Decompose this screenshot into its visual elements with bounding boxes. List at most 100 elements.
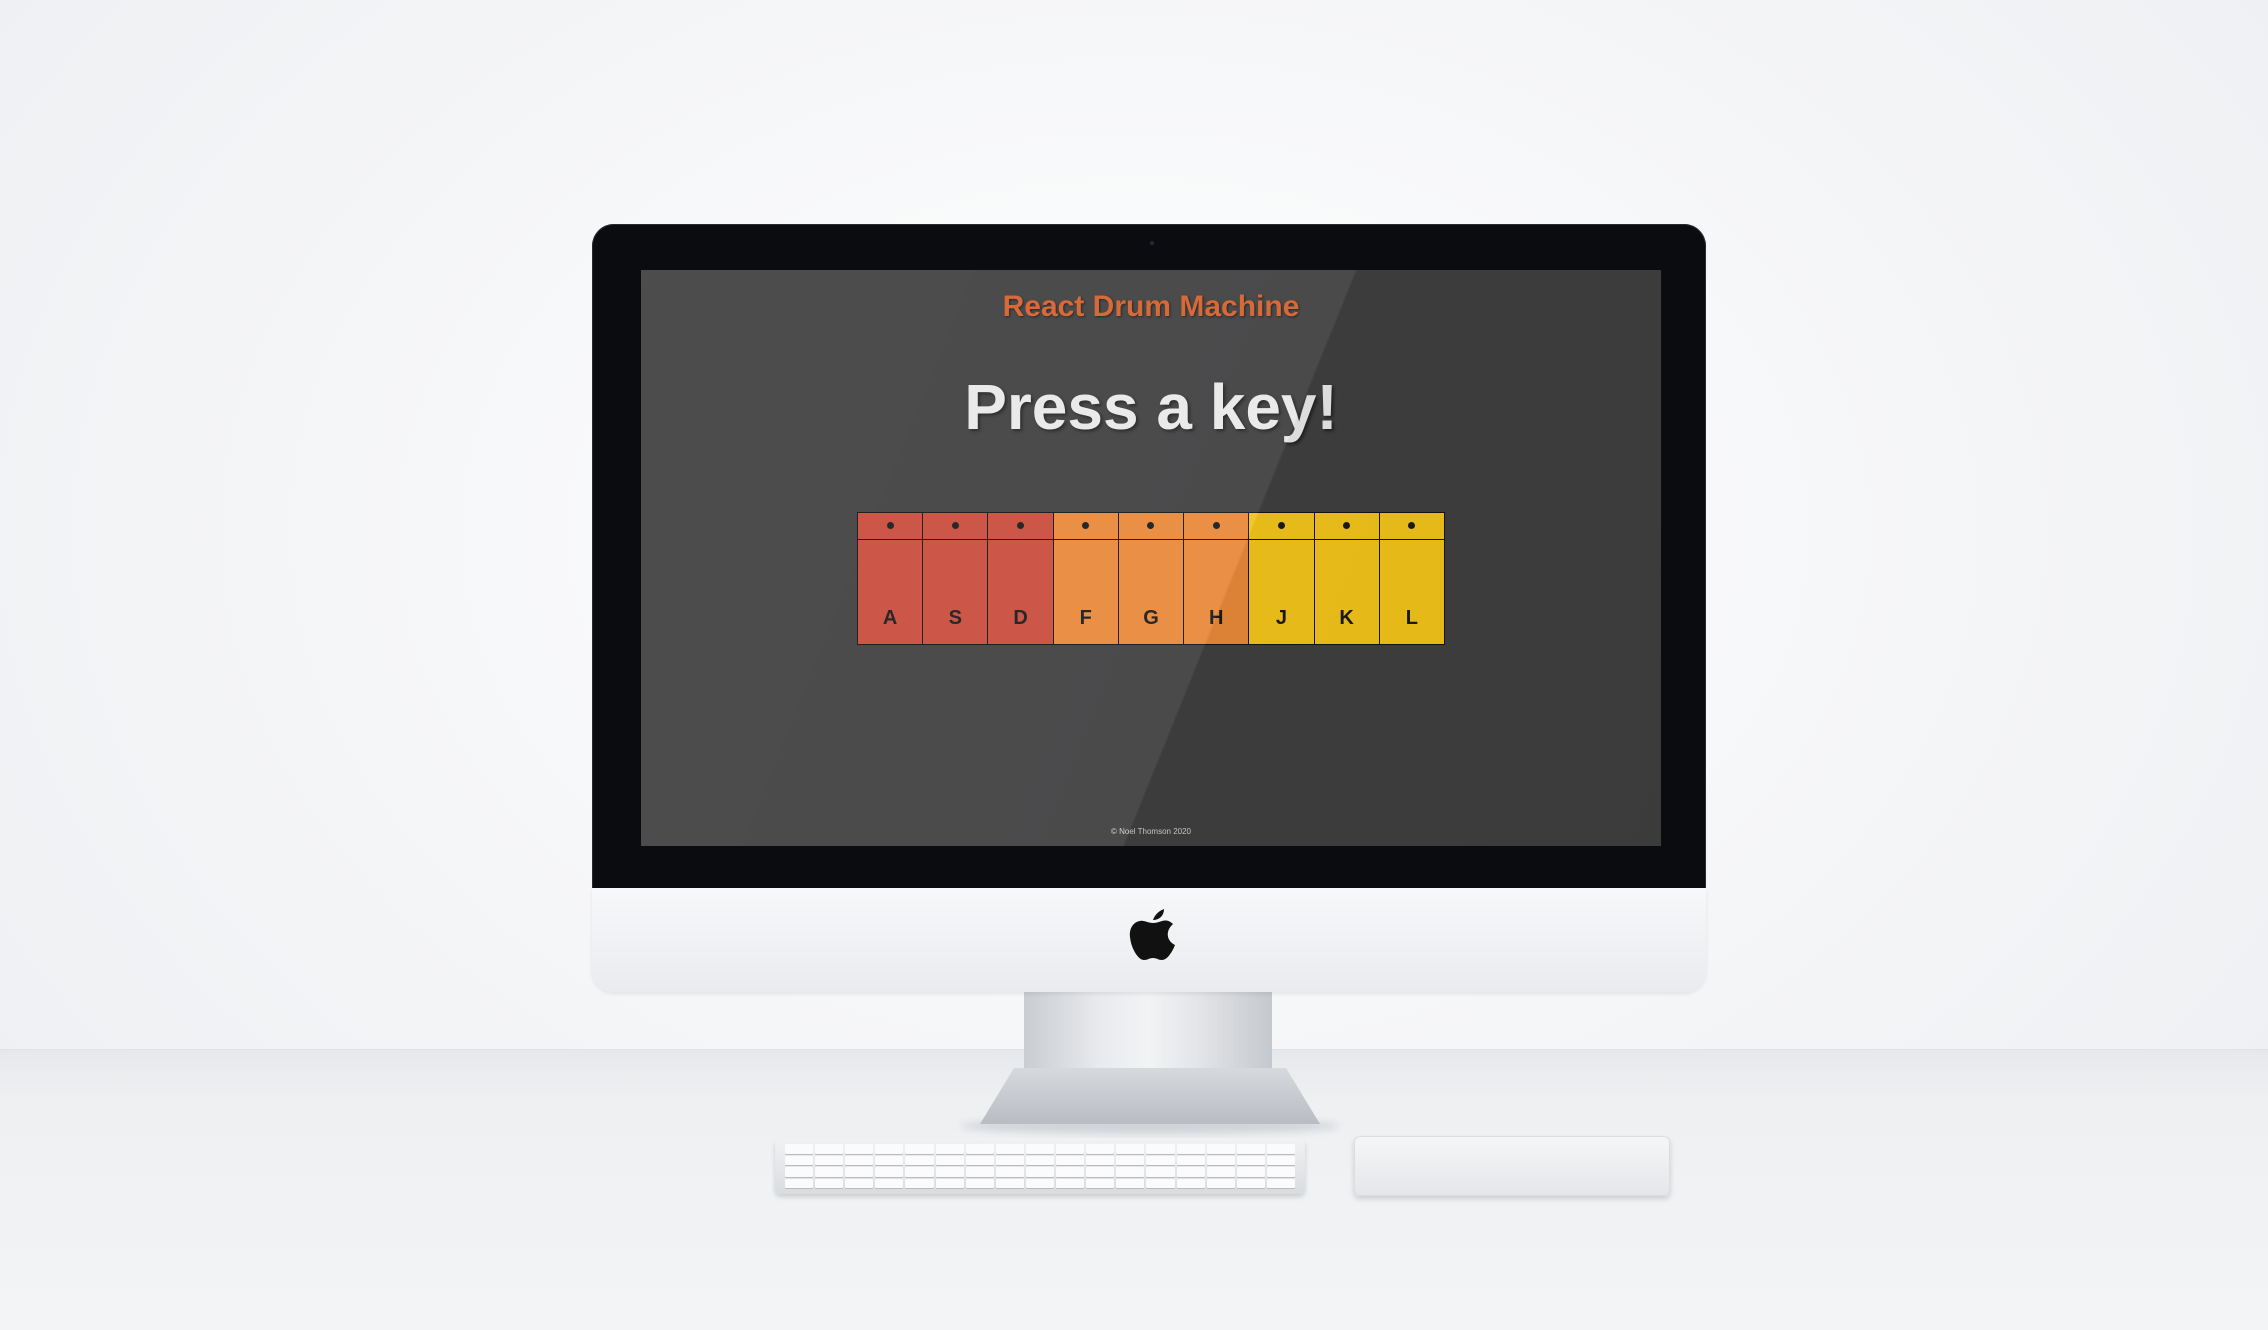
indicator-dot-icon xyxy=(1147,522,1155,529)
keyboard-key xyxy=(995,1144,1024,1154)
keyboard-key xyxy=(905,1178,934,1188)
keyboard-key xyxy=(1086,1167,1115,1177)
keyboard xyxy=(775,1138,1305,1194)
keyboard-key xyxy=(965,1178,994,1188)
indicator-dot-icon xyxy=(1212,522,1220,529)
keyboard-key xyxy=(1056,1167,1085,1177)
drum-pad-key-label: K xyxy=(1339,607,1354,629)
keyboard-key xyxy=(1176,1178,1205,1188)
keyboard-key xyxy=(1025,1144,1055,1154)
drum-pad-indicator xyxy=(1053,513,1118,540)
indicator-dot-icon xyxy=(1277,522,1285,529)
keyboard-key xyxy=(785,1167,814,1177)
drum-pad-key-label: H xyxy=(1208,607,1224,629)
keyboard-key xyxy=(1116,1144,1145,1154)
imac-stand-base xyxy=(980,1068,1320,1124)
mockup-scene: React Drum Machine Press a key! A S D F G H J K… xyxy=(0,0,2268,1330)
keyboard-key xyxy=(935,1167,964,1177)
keyboard-key xyxy=(845,1178,874,1188)
drum-pad-d[interactable]: D xyxy=(988,513,1054,644)
drum-pad-key-label: F xyxy=(1079,607,1092,629)
keyboard-key xyxy=(1146,1144,1175,1154)
trackpad xyxy=(1354,1136,1670,1196)
drum-pad-key-label: A xyxy=(882,607,898,629)
keyboard-key xyxy=(1056,1155,1085,1165)
drum-pad-key-label: J xyxy=(1275,607,1287,629)
keyboard-key xyxy=(1266,1178,1295,1188)
indicator-dot-icon xyxy=(1343,522,1351,529)
keyboard-key xyxy=(1206,1178,1235,1188)
keyboard-key xyxy=(1206,1167,1235,1177)
keyboard-key xyxy=(875,1178,904,1188)
drum-pad-s[interactable]: S xyxy=(923,513,989,644)
keyboard-key xyxy=(935,1155,964,1165)
indicator-dot-icon xyxy=(1082,522,1090,529)
drum-pad-indicator xyxy=(1249,513,1314,540)
keyboard-key xyxy=(815,1144,844,1154)
keyboard-key xyxy=(1146,1178,1175,1188)
keyboard-key xyxy=(1236,1167,1265,1177)
keyboard-key xyxy=(1266,1167,1295,1177)
keyboard-key xyxy=(1086,1144,1115,1154)
keyboard-key xyxy=(785,1144,814,1154)
drum-pad-f[interactable]: F xyxy=(1053,513,1119,644)
drum-pad-l[interactable]: L xyxy=(1379,513,1444,644)
drum-pad-j[interactable]: J xyxy=(1249,513,1315,644)
keyboard-key xyxy=(1206,1155,1235,1165)
drum-pad-indicator xyxy=(923,513,988,540)
keyboard-key xyxy=(1025,1167,1055,1177)
keyboard-key xyxy=(815,1178,844,1188)
drum-pad-indicator xyxy=(1118,513,1184,540)
keyboard-key xyxy=(1025,1155,1055,1165)
keyboard-key xyxy=(1056,1144,1085,1154)
keyboard-key xyxy=(995,1155,1024,1165)
keyboard-key xyxy=(935,1144,964,1154)
keyboard-key xyxy=(1266,1155,1295,1165)
drum-pad-key-label: D xyxy=(1013,607,1028,629)
drum-pad-a[interactable]: A xyxy=(858,513,924,644)
keyboard-key xyxy=(875,1144,904,1154)
drum-pad-indicator xyxy=(858,513,923,540)
app-title: React Drum Machine xyxy=(1002,290,1300,323)
keyboard-key xyxy=(845,1155,874,1165)
drum-pad-indicator xyxy=(1314,513,1379,540)
indicator-dot-icon xyxy=(951,522,959,529)
keyboard-key xyxy=(1086,1155,1115,1165)
keyboard-key xyxy=(1146,1155,1175,1165)
keyboard-key xyxy=(1236,1155,1265,1165)
camera-icon xyxy=(1150,241,1154,245)
keyboard-key xyxy=(1176,1155,1205,1165)
keyboard-key xyxy=(1236,1178,1265,1188)
keyboard-key xyxy=(1056,1178,1085,1188)
drum-pad-k[interactable]: K xyxy=(1314,513,1380,644)
keyboard-key xyxy=(875,1167,904,1177)
keyboard-key xyxy=(1025,1178,1055,1188)
drum-pad-indicator xyxy=(1379,513,1444,540)
keyboard-key xyxy=(965,1155,994,1165)
keyboard-key xyxy=(965,1144,994,1154)
drum-pad-key-label: L xyxy=(1405,607,1418,629)
keyboard-key xyxy=(1086,1178,1115,1188)
indicator-dot-icon xyxy=(886,522,894,529)
keyboard-key xyxy=(785,1155,814,1165)
drum-pad-key-label: G xyxy=(1143,607,1159,629)
keyboard-key xyxy=(845,1144,874,1154)
keyboard-key xyxy=(815,1167,844,1177)
drum-pad-h[interactable]: H xyxy=(1184,513,1250,644)
drum-pad-key-label: S xyxy=(948,607,962,629)
prompt-heading: Press a key! xyxy=(964,371,1338,443)
drum-pad-g[interactable]: G xyxy=(1118,513,1185,644)
keyboard-key xyxy=(1116,1167,1145,1177)
keyboard-key xyxy=(905,1155,934,1165)
apple-logo-icon xyxy=(1129,909,1175,960)
keyboard-key xyxy=(1176,1167,1205,1177)
keyboard-key xyxy=(905,1167,934,1177)
keyboard-key xyxy=(965,1167,994,1177)
imac-stand-neck xyxy=(1024,992,1272,1072)
keyboard-key xyxy=(845,1167,874,1177)
keyboard-key xyxy=(875,1155,904,1165)
keyboard-key xyxy=(1236,1144,1265,1154)
keyboard-key xyxy=(1146,1167,1175,1177)
footer-credit: © Noel Thomson 2020 xyxy=(1110,827,1191,836)
app-screen: React Drum Machine Press a key! A S D F G H J K… xyxy=(641,270,1661,846)
